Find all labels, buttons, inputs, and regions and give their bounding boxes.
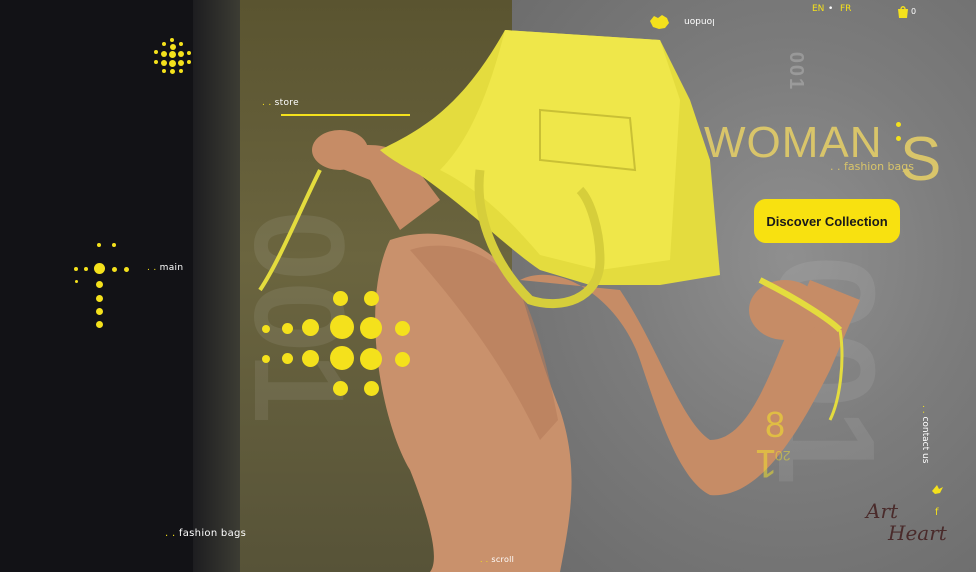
signature-line1: Art bbox=[866, 499, 899, 523]
signature-line2: Heart bbox=[888, 521, 947, 545]
nav-fashion-bags[interactable]: . . fashion bags bbox=[165, 528, 246, 539]
city-label[interactable]: london bbox=[684, 16, 715, 26]
nav-main[interactable]: . . main bbox=[147, 263, 183, 273]
nav-dots: . . bbox=[920, 405, 930, 414]
store-underline bbox=[281, 114, 410, 116]
dot-logo-icon[interactable] bbox=[152, 38, 194, 80]
ghost-number-1: 1 bbox=[755, 441, 778, 485]
nav-dots: . . bbox=[165, 528, 176, 539]
cart-count: 0 bbox=[911, 7, 917, 16]
nav-contact[interactable]: . . contact us bbox=[920, 405, 930, 463]
language-fr[interactable]: FR bbox=[840, 4, 851, 14]
nav-dots: . . bbox=[262, 98, 272, 108]
arrow-dots-icon[interactable] bbox=[258, 288, 414, 400]
signature-logo: Art Heart bbox=[866, 500, 947, 544]
nav-dots: . . bbox=[480, 555, 489, 564]
discover-collection-button[interactable]: Discover Collection bbox=[754, 199, 900, 243]
scroll-indicator[interactable]: . . scroll bbox=[480, 555, 514, 564]
hero-subtitle: . . fashion bags bbox=[830, 160, 914, 173]
hero-image bbox=[258, 30, 860, 572]
nav-store[interactable]: . . store bbox=[262, 98, 299, 108]
language-separator: • bbox=[828, 4, 834, 14]
scroll-label: scroll bbox=[491, 555, 515, 564]
page-frame: 001 001 001 bbox=[0, 0, 976, 572]
language-en[interactable]: EN bbox=[812, 4, 824, 14]
cross-dots-icon bbox=[72, 240, 132, 330]
nav-dots: . . bbox=[147, 263, 157, 273]
cart-icon[interactable] bbox=[897, 5, 909, 19]
ghost-number-20: 20 bbox=[775, 448, 791, 464]
london-map-icon[interactable] bbox=[648, 13, 670, 31]
nav-main-label: main bbox=[159, 263, 184, 273]
nav-store-label: store bbox=[274, 98, 299, 108]
nav-contact-label: contact us bbox=[920, 416, 930, 464]
nav-fashion-bags-label: fashion bags bbox=[178, 528, 247, 539]
bird-icon[interactable] bbox=[932, 485, 943, 495]
